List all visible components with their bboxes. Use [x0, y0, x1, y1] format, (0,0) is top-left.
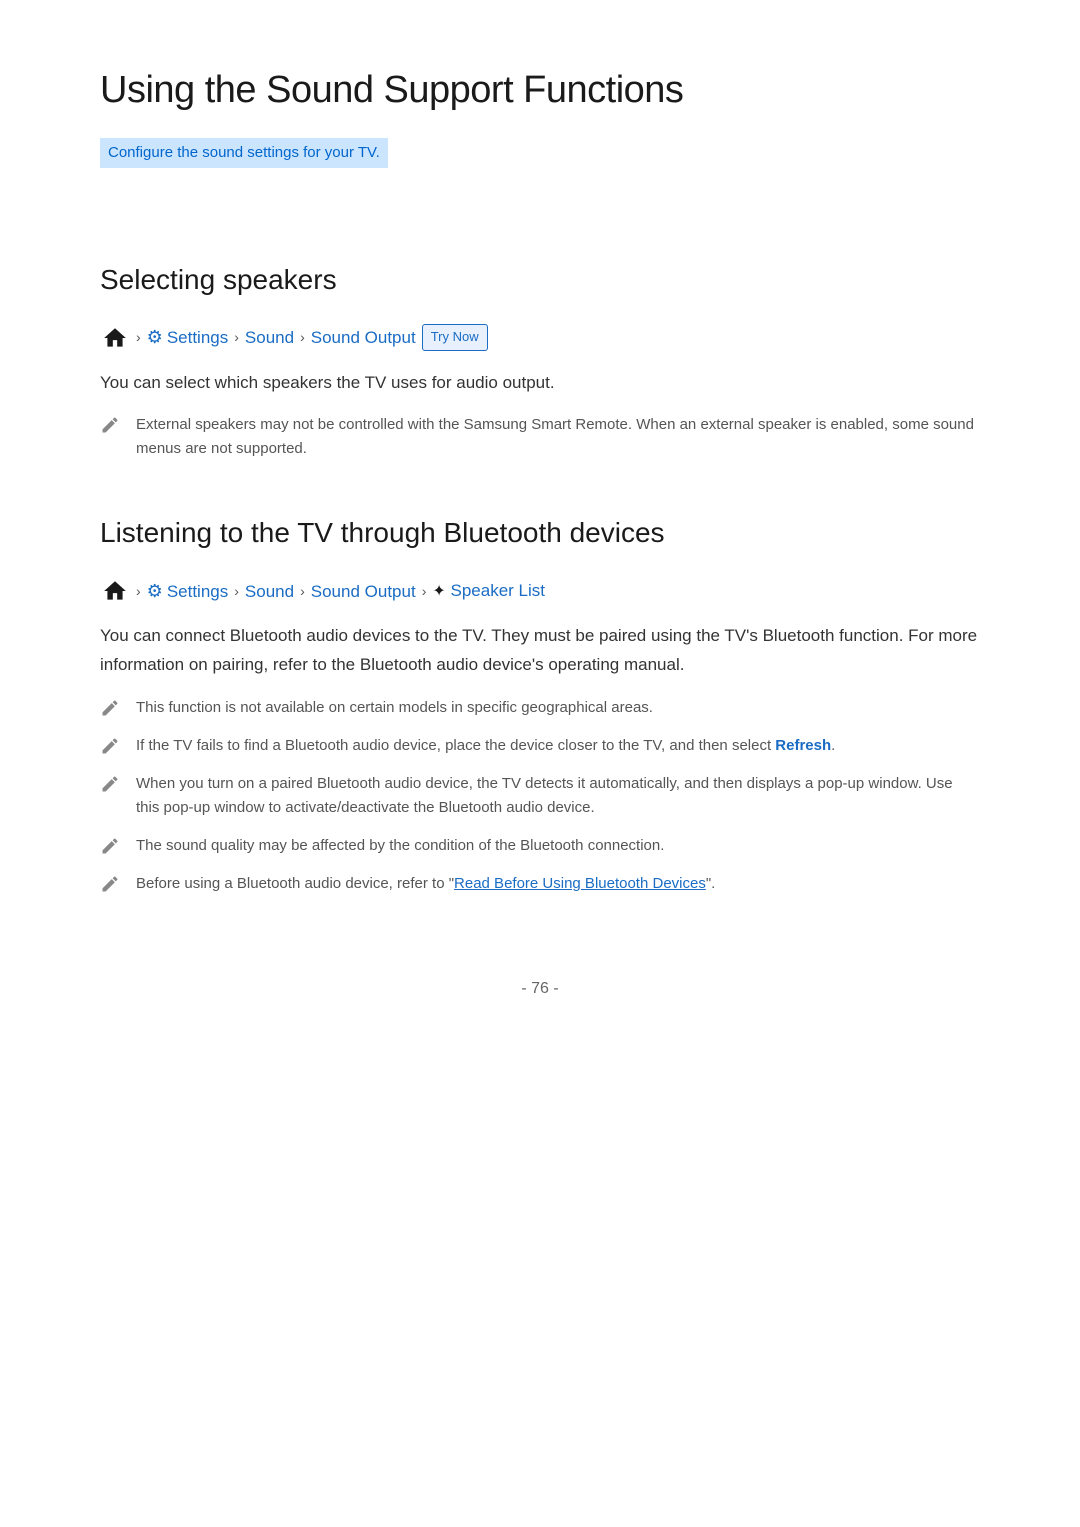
refresh-link[interactable]: Refresh [775, 737, 831, 754]
page-title: Using the Sound Support Functions [100, 60, 980, 121]
note-text-1: This function is not available on certai… [136, 696, 980, 720]
chevron-icon-4: › [136, 580, 141, 602]
note-text-4: The sound quality may be affected by the… [136, 834, 980, 858]
chevron-icon-2: › [234, 326, 239, 348]
pencil-icon-4 [100, 836, 122, 858]
bluetooth-icon: ✦ [432, 583, 445, 600]
note-item-4: The sound quality may be affected by the… [100, 834, 980, 858]
section2-body: You can connect Bluetooth audio devices … [100, 622, 980, 680]
note-item: External speakers may not be controlled … [100, 413, 980, 461]
bluetooth-devices-link[interactable]: Read Before Using Bluetooth Devices [454, 875, 706, 892]
gear-icon-1: ⚙ [147, 323, 163, 352]
nav-sound-output-1: Sound Output [311, 324, 416, 351]
section2-notes: This function is not available on certai… [100, 696, 980, 896]
home-icon [100, 323, 130, 353]
page-number: - 76 - [100, 976, 980, 1002]
note-item-1: This function is not available on certai… [100, 696, 980, 720]
pencil-icon-5 [100, 874, 122, 896]
section1-title: Selecting speakers [100, 258, 980, 303]
note-item-5: Before using a Bluetooth audio device, r… [100, 872, 980, 896]
chevron-icon-5: › [234, 580, 239, 602]
home-icon-2 [100, 576, 130, 606]
pencil-icon-2 [100, 736, 122, 758]
pencil-icon-1 [100, 698, 122, 720]
chevron-icon-1: › [136, 326, 141, 348]
chevron-icon-3: › [300, 326, 305, 348]
note-text-2: If the TV fails to find a Bluetooth audi… [136, 734, 980, 758]
nav-path-2: › ⚙ Settings › Sound › Sound Output › ✦ … [100, 576, 980, 606]
nav-sound-1: Sound [245, 324, 294, 351]
nav-path-1: › ⚙ Settings › Sound › Sound Output Try … [100, 323, 980, 353]
section2-title: Listening to the TV through Bluetooth de… [100, 511, 980, 556]
gear-icon-2: ⚙ [147, 577, 163, 606]
nav-speaker-list: ✦ Speaker List [432, 577, 545, 605]
note-text-3: When you turn on a paired Bluetooth audi… [136, 772, 980, 820]
pencil-icon [100, 415, 122, 437]
nav-sound-2: Sound [245, 578, 294, 605]
note-text: External speakers may not be controlled … [136, 413, 980, 461]
try-now-badge[interactable]: Try Now [422, 324, 488, 351]
section1-notes: External speakers may not be controlled … [100, 413, 980, 461]
section1-body: You can select which speakers the TV use… [100, 369, 980, 398]
note-item-2: If the TV fails to find a Bluetooth audi… [100, 734, 980, 758]
chevron-icon-6: › [300, 580, 305, 602]
nav-settings-1: ⚙ Settings [147, 323, 229, 352]
chevron-icon-7: › [422, 580, 427, 602]
nav-settings-2: ⚙ Settings [147, 577, 229, 606]
nav-sound-output-2: Sound Output [311, 578, 416, 605]
note-text-5: Before using a Bluetooth audio device, r… [136, 872, 980, 896]
subtitle-text: Configure the sound settings for your TV… [100, 138, 388, 168]
note-item-3: When you turn on a paired Bluetooth audi… [100, 772, 980, 820]
pencil-icon-3 [100, 774, 122, 796]
